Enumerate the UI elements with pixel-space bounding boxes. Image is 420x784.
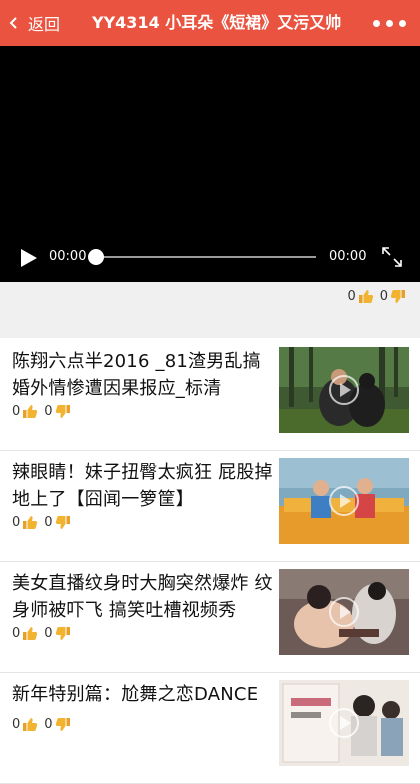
more-dot-icon <box>373 19 380 27</box>
more-dot-icon <box>399 19 406 27</box>
dislike-button[interactable]: 0 <box>44 515 70 530</box>
play-icon[interactable] <box>20 248 38 268</box>
thumbs-up-icon <box>23 718 38 731</box>
list-item[interactable]: 陈翔六点半2016 _81渣男乱搞婚外情惨遭因果报应_标清 0 0 <box>0 340 420 451</box>
item-reactions: 0 0 <box>12 626 71 641</box>
video-thumbnail[interactable] <box>279 569 409 655</box>
forest-couple-image <box>279 347 409 433</box>
tattoo-livestream-image <box>279 569 409 655</box>
current-time: 00:00 <box>49 249 87 264</box>
thumbs-up-icon <box>358 290 373 303</box>
video-thumbnail[interactable] <box>279 680 409 766</box>
like-button[interactable]: 0 <box>12 404 38 419</box>
thumbs-up-icon <box>23 627 38 640</box>
video-reactions: 0 0 <box>347 289 406 304</box>
like-count: 0 <box>347 289 356 304</box>
dislike-count: 0 <box>44 626 53 641</box>
dislike-button[interactable]: 0 <box>44 717 70 732</box>
thumbs-down-icon <box>55 718 70 731</box>
thumbs-up-icon <box>23 516 38 529</box>
duration: 00:00 <box>329 249 367 264</box>
thumbs-down-icon <box>390 290 405 303</box>
dislike-count: 0 <box>44 717 53 732</box>
item-reactions: 0 0 <box>12 404 71 419</box>
video-thumbnail[interactable] <box>279 458 409 544</box>
player-controls: 00:00 00:00 <box>0 232 420 282</box>
like-button[interactable]: 0 <box>12 717 38 732</box>
video-thumbnail[interactable] <box>279 347 409 433</box>
like-count: 0 <box>12 626 21 641</box>
thumbs-down-icon <box>55 405 70 418</box>
more-menu-button[interactable] <box>373 0 406 46</box>
list-item[interactable]: 辣眼睛！妹子扭臀太疯狂 屁股掉地上了【囧闻一箩筐】 0 0 <box>0 451 420 562</box>
chevron-left-icon <box>9 17 17 29</box>
progress-knob[interactable] <box>88 249 104 265</box>
dislike-count: 0 <box>379 289 388 304</box>
dislike-button[interactable]: 0 <box>380 289 406 304</box>
dislike-button[interactable]: 0 <box>44 626 70 641</box>
dance-poster-image <box>279 680 409 766</box>
thumbs-down-icon <box>55 516 70 529</box>
thumbs-down-icon <box>55 627 70 640</box>
more-dot-icon <box>386 19 393 27</box>
item-reactions: 0 0 <box>12 515 71 530</box>
top-bar: 返回 YY4314 小耳朵《短裙》又污又帅 <box>0 0 420 46</box>
list-item[interactable]: 新年特别篇：尬舞之恋DANCE 0 0 <box>0 673 420 784</box>
item-title: 新年特别篇：尬舞之恋DANCE <box>12 684 259 705</box>
item-title: 辣眼睛！妹子扭臀太疯狂 屁股掉地上了【囧闻一箩筐】 <box>12 462 273 510</box>
like-count: 0 <box>12 717 21 732</box>
fullscreen-icon[interactable] <box>381 246 403 268</box>
thumbs-up-icon <box>23 405 38 418</box>
list-item[interactable]: 美女直播纹身时大胸突然爆炸 纹身师被吓飞 搞笑吐槽视频秀 0 0 <box>0 562 420 673</box>
dislike-count: 0 <box>44 515 53 530</box>
video-player[interactable]: 00:00 00:00 <box>0 46 420 282</box>
back-label: 返回 <box>28 15 61 34</box>
video-info-band: 0 0 <box>0 282 420 338</box>
progress-track[interactable] <box>96 256 316 258</box>
page-title: YY4314 小耳朵《短裙》又污又帅 <box>92 13 342 32</box>
item-title: 美女直播纹身时大胸突然爆炸 纹身师被吓飞 搞笑吐槽视频秀 <box>12 573 273 621</box>
back-button[interactable]: 返回 <box>8 0 60 46</box>
dislike-count: 0 <box>44 404 53 419</box>
like-button[interactable]: 0 <box>12 515 38 530</box>
like-button[interactable]: 0 <box>12 626 38 641</box>
like-count: 0 <box>12 404 21 419</box>
dislike-button[interactable]: 0 <box>44 404 70 419</box>
like-count: 0 <box>12 515 21 530</box>
couch-dance-image <box>279 458 409 544</box>
item-title: 陈翔六点半2016 _81渣男乱搞婚外情惨遭因果报应_标清 <box>12 351 261 399</box>
like-button[interactable]: 0 <box>347 289 373 304</box>
item-reactions: 0 0 <box>12 717 71 732</box>
